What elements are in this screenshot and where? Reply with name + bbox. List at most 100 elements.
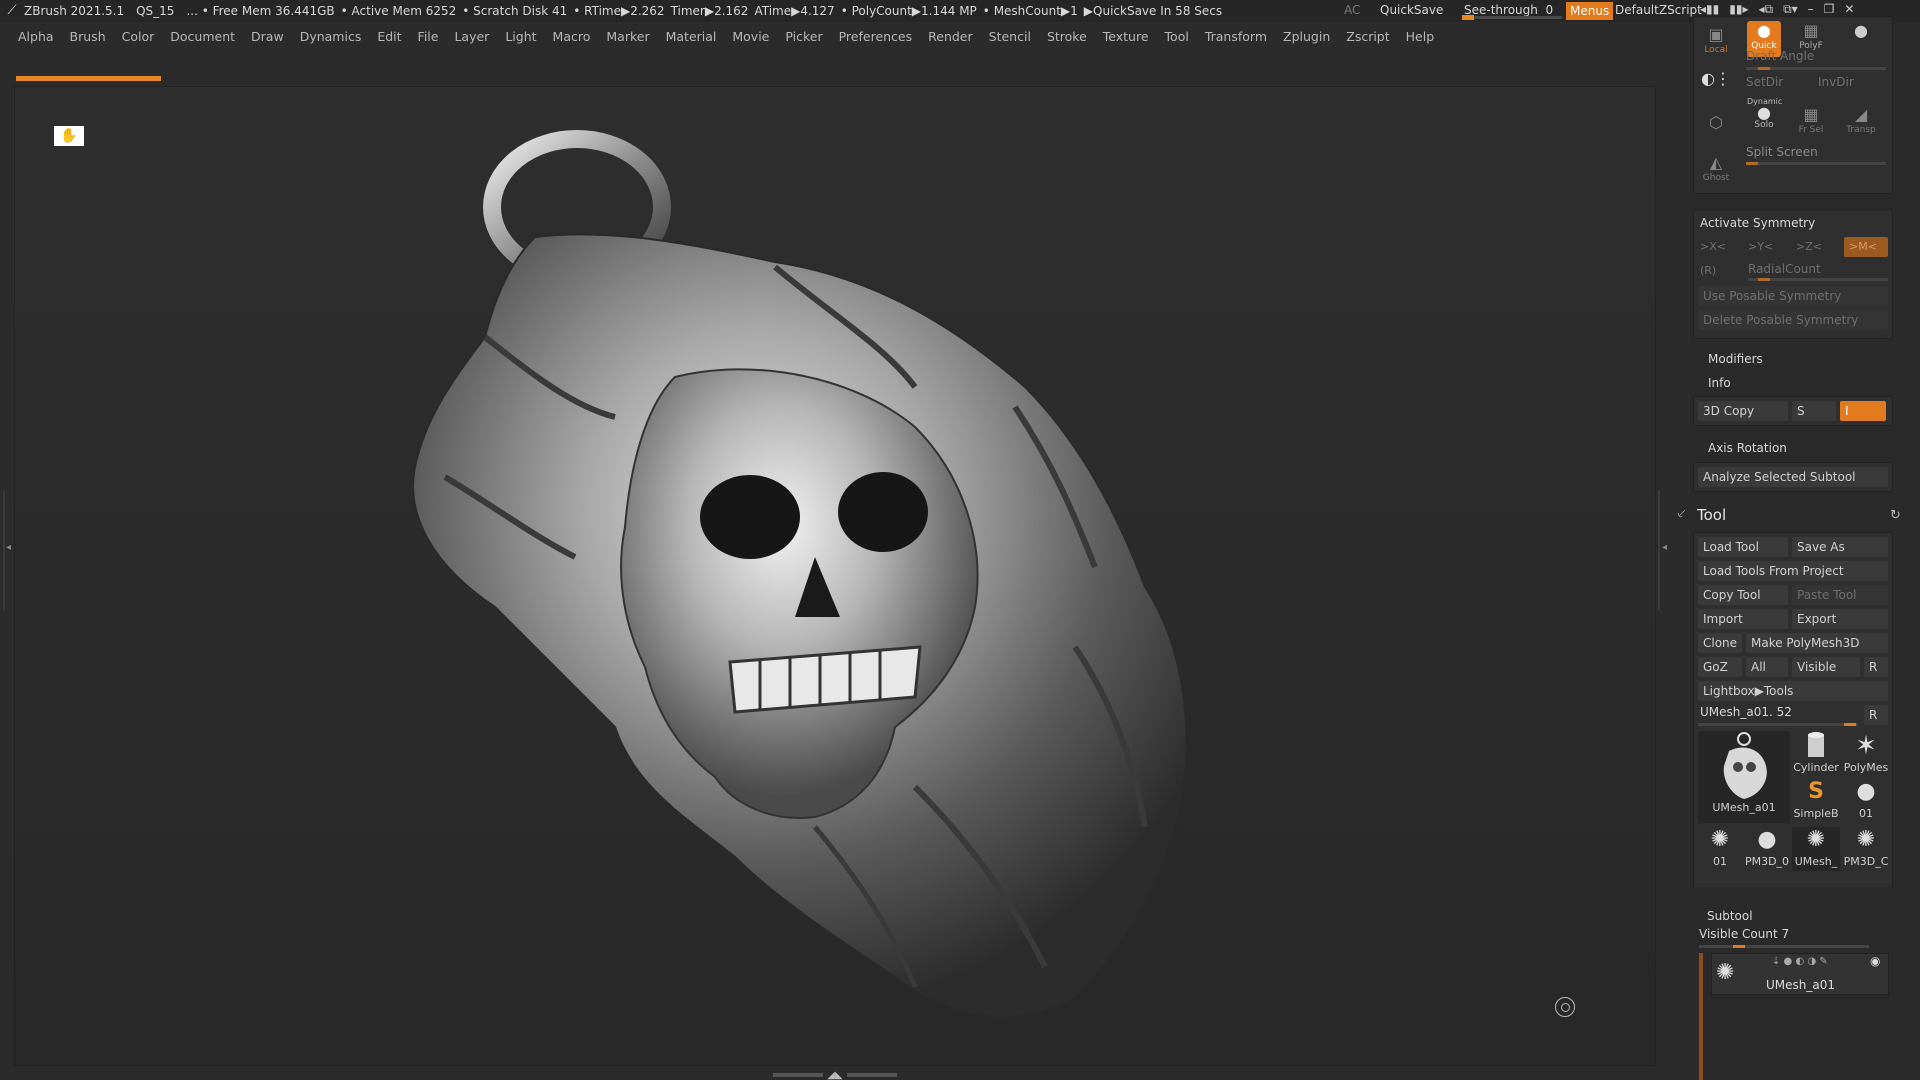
- contrast-button[interactable]: ◐⋮: [1699, 69, 1733, 105]
- tool-palette-title[interactable]: Tool: [1697, 506, 1726, 524]
- menu-help[interactable]: Help: [1406, 29, 1435, 44]
- menu-stroke[interactable]: Stroke: [1047, 29, 1087, 44]
- radial-count-knob[interactable]: [1758, 278, 1770, 281]
- menu-document[interactable]: Document: [170, 29, 235, 44]
- tool-thumb-umesh[interactable]: ✺ UMesh_: [1792, 827, 1840, 871]
- sphere-button[interactable]: ●: [1844, 21, 1878, 57]
- local-button[interactable]: ▣ Local: [1699, 25, 1733, 61]
- menu-brush[interactable]: Brush: [70, 29, 106, 44]
- load-tools-from-project-button[interactable]: Load Tools From Project: [1698, 561, 1888, 581]
- see-through-knob[interactable]: [1462, 15, 1474, 20]
- chevron-up-icon[interactable]: ◢◣: [827, 1070, 842, 1080]
- tool-thumb-01[interactable]: ● 01: [1842, 779, 1890, 823]
- menu-transform[interactable]: Transform: [1205, 29, 1267, 44]
- layout-icon-3[interactable]: ◂⧉: [1758, 2, 1773, 17]
- copy3d-i-button[interactable]: I: [1840, 401, 1886, 421]
- restore-icon[interactable]: ❐: [1824, 2, 1835, 17]
- menus-toggle-button[interactable]: Menus: [1566, 2, 1614, 20]
- menu-stencil[interactable]: Stencil: [989, 29, 1031, 44]
- sym-y-button[interactable]: >Y<: [1748, 240, 1773, 253]
- goz-r-button[interactable]: R: [1864, 657, 1888, 677]
- menu-movie[interactable]: Movie: [732, 29, 769, 44]
- subtool-toggle-icons[interactable]: ⇣ ● ◐ ◑ ✎: [1772, 956, 1828, 967]
- split-screen-label[interactable]: Split Screen: [1746, 145, 1818, 159]
- default-zscript-button[interactable]: DefaultZScript: [1615, 3, 1702, 17]
- menu-alpha[interactable]: Alpha: [18, 29, 54, 44]
- lightbox-tools-button[interactable]: Lightbox▶Tools: [1698, 681, 1888, 701]
- menu-zscript[interactable]: Zscript: [1346, 29, 1389, 44]
- bottom-shelf-handle[interactable]: ◢◣: [770, 1070, 900, 1080]
- current-tool-name[interactable]: UMesh_a01. 52: [1700, 705, 1792, 719]
- viewport-canvas[interactable]: [14, 86, 1656, 1066]
- clone-button[interactable]: Clone: [1698, 633, 1742, 653]
- eye-icon[interactable]: ◉: [1870, 954, 1880, 968]
- menu-light[interactable]: Light: [505, 29, 536, 44]
- menu-edit[interactable]: Edit: [377, 29, 401, 44]
- menu-draw[interactable]: Draw: [251, 29, 284, 44]
- paste-tool-button[interactable]: Paste Tool: [1792, 585, 1888, 605]
- info-section[interactable]: Info: [1708, 376, 1731, 390]
- menu-render[interactable]: Render: [928, 29, 973, 44]
- current-tool-slider-track[interactable]: [1698, 723, 1858, 726]
- axis-rotation-section[interactable]: Axis Rotation: [1708, 441, 1787, 455]
- import-button[interactable]: Import: [1698, 609, 1788, 629]
- visible-count-track[interactable]: [1699, 945, 1869, 948]
- minimize-icon[interactable]: –: [1808, 2, 1814, 17]
- menu-dynamics[interactable]: Dynamics: [300, 29, 362, 44]
- split-screen-knob[interactable]: [1746, 162, 1758, 165]
- analyze-selected-subtool-button[interactable]: Analyze Selected Subtool: [1698, 467, 1888, 487]
- goz-all-button[interactable]: All: [1746, 657, 1788, 677]
- split-screen-track[interactable]: [1746, 162, 1886, 165]
- frsel-button[interactable]: ▦ Fr Sel: [1794, 105, 1828, 141]
- left-tray-handle[interactable]: ◂: [3, 490, 11, 610]
- refresh-icon[interactable]: ↻: [1890, 508, 1901, 523]
- gizmo-icon[interactable]: [1555, 997, 1575, 1017]
- copy3d-button[interactable]: 3D Copy: [1698, 401, 1788, 421]
- see-through-slider[interactable]: See-through 0: [1462, 0, 1562, 22]
- subtool-item[interactable]: ✺ ⇣ ● ◐ ◑ ✎ ◉ UMesh_a01: [1711, 953, 1889, 995]
- delete-posable-symmetry-button[interactable]: Delete Posable Symmetry: [1698, 310, 1888, 330]
- menu-file[interactable]: File: [418, 29, 439, 44]
- tool-thumb-cylinder[interactable]: Cylinder: [1792, 731, 1840, 777]
- modifiers-section[interactable]: Modifiers: [1708, 352, 1763, 366]
- sym-x-button[interactable]: >X<: [1700, 240, 1726, 253]
- goz-visible-button[interactable]: Visible: [1792, 657, 1860, 677]
- use-posable-symmetry-button[interactable]: Use Posable Symmetry: [1698, 286, 1888, 306]
- menu-preferences[interactable]: Preferences: [839, 29, 913, 44]
- radial-count-label[interactable]: RadialCount: [1748, 262, 1821, 276]
- tool-pin-icon[interactable]: ⸔: [1676, 504, 1687, 523]
- close-icon[interactable]: ✕: [1844, 2, 1854, 17]
- save-as-button[interactable]: Save As: [1792, 537, 1888, 557]
- subtool-section[interactable]: Subtool: [1707, 909, 1753, 923]
- layout-icon-2[interactable]: ▮▮▸: [1729, 2, 1748, 17]
- sym-m-button[interactable]: >M<: [1844, 237, 1888, 257]
- menu-macro[interactable]: Macro: [553, 29, 591, 44]
- menu-tool[interactable]: Tool: [1165, 29, 1189, 44]
- subtool-scrollbar[interactable]: [1699, 953, 1703, 1080]
- transp-button[interactable]: ◢ Transp: [1844, 105, 1878, 141]
- tool-thumb-r01[interactable]: ✺ 01: [1698, 827, 1742, 871]
- menu-material[interactable]: Material: [666, 29, 717, 44]
- visible-count-label[interactable]: Visible Count 7: [1699, 927, 1789, 941]
- visible-count-knob[interactable]: [1733, 945, 1745, 948]
- menu-layer[interactable]: Layer: [454, 29, 489, 44]
- make-polymesh3d-button[interactable]: Make PolyMesh3D: [1746, 633, 1888, 653]
- menu-marker[interactable]: Marker: [606, 29, 649, 44]
- tool-thumb-main[interactable]: UMesh_a01: [1698, 731, 1790, 823]
- tool-thumb-pm3dc[interactable]: ✺ PM3D_C: [1842, 827, 1890, 871]
- current-tool-slider-knob[interactable]: [1844, 723, 1856, 726]
- menu-texture[interactable]: Texture: [1103, 29, 1149, 44]
- activate-symmetry-button[interactable]: Activate Symmetry: [1700, 216, 1815, 230]
- export-button[interactable]: Export: [1792, 609, 1888, 629]
- solo-button[interactable]: Dynamic ● Solo: [1747, 97, 1782, 133]
- load-tool-button[interactable]: Load Tool: [1698, 537, 1788, 557]
- draft-angle-knob[interactable]: [1758, 67, 1770, 70]
- sym-r-button[interactable]: (R): [1700, 264, 1716, 277]
- copy3d-s-button[interactable]: S: [1792, 401, 1836, 421]
- layout-icon-1[interactable]: ◂▮▮: [1700, 2, 1719, 17]
- setdir-button[interactable]: SetDir: [1746, 75, 1783, 89]
- copy-tool-button[interactable]: Copy Tool: [1698, 585, 1788, 605]
- menu-picker[interactable]: Picker: [785, 29, 822, 44]
- quicksave-button[interactable]: QuickSave: [1380, 3, 1443, 17]
- menu-color[interactable]: Color: [122, 29, 155, 44]
